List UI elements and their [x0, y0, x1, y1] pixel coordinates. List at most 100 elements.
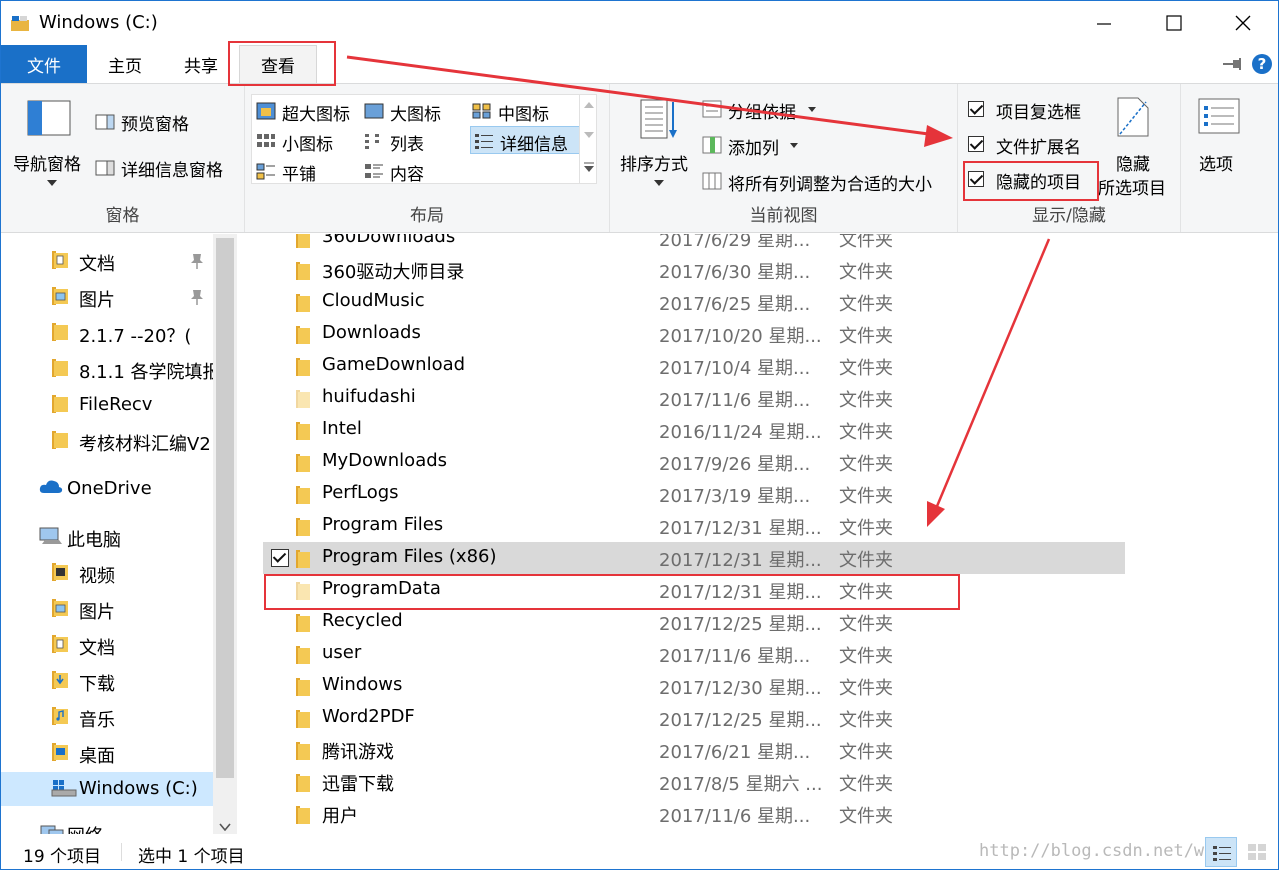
row-checkbox[interactable] [271, 549, 289, 567]
file-row[interactable]: user 2017/11/6 星期... 文件夹 [263, 638, 1125, 670]
tab-home[interactable]: 主页 [95, 45, 155, 83]
tab-share[interactable]: 共享 [171, 45, 231, 83]
item-checkboxes-toggle[interactable]: 项目复选框 [968, 96, 1104, 123]
status-bar: 19 个项目 选中 1 个项目 http://blog.csdn.net/wn [1, 835, 1278, 869]
item-checkboxes-checkbox[interactable] [968, 101, 984, 117]
file-row[interactable]: 用户 2017/11/6 星期... 文件夹 [263, 798, 1125, 830]
nav-item[interactable]: Windows (C:) [1, 772, 213, 806]
file-row[interactable]: 迅雷下载 2017/8/5 星期六 ... 文件夹 [263, 766, 1125, 798]
nav-item[interactable]: 此电脑 [1, 520, 213, 554]
file-row[interactable]: Program Files (x86) 2017/12/31 星期... 文件夹 [263, 542, 1125, 574]
folder-icon [296, 358, 310, 376]
music-folder-icon [51, 706, 69, 731]
file-row[interactable]: MyDownloads 2017/9/26 星期... 文件夹 [263, 446, 1125, 478]
preview-pane-button[interactable]: 预览窗格 [95, 110, 235, 136]
group-by-button[interactable]: 分组依据 [702, 96, 822, 123]
tab-file[interactable]: 文件 [1, 45, 87, 83]
file-extensions-checkbox[interactable] [968, 136, 984, 152]
layout-small-icons[interactable]: 小图标 [256, 128, 364, 155]
nav-item[interactable]: 音乐 [1, 700, 213, 734]
hide-selected-icon [1117, 97, 1149, 137]
layout-tiles[interactable]: 平铺 [256, 158, 364, 185]
nav-item[interactable]: 图片 [1, 280, 213, 314]
fit-columns-button[interactable]: 将所有列调整为合适的大小 [702, 168, 950, 195]
gallery-scroll[interactable] [579, 94, 597, 184]
nav-item[interactable]: 文档 [1, 628, 213, 662]
sort-by-button[interactable]: 排序方式 [618, 96, 698, 196]
nav-scrollbar[interactable] [213, 234, 237, 834]
add-column-button[interactable]: 添加列 [702, 132, 812, 159]
pin-icon[interactable] [189, 252, 205, 275]
file-row[interactable]: Downloads 2017/10/20 星期... 文件夹 [263, 318, 1125, 350]
nav-item[interactable]: 2.1.7 --20？( [1, 316, 213, 350]
help-icon[interactable]: ? [1251, 53, 1273, 75]
nav-item[interactable]: 考核材料汇编V2 [1, 424, 213, 458]
file-date-modified: 2017/6/21 星期... [659, 742, 811, 763]
network-icon [39, 822, 65, 834]
folder-icon [296, 454, 310, 472]
nav-item[interactable]: 图片 [1, 592, 213, 626]
nav-pane-button[interactable]: 导航窗格 [11, 96, 93, 196]
hide-selected-button[interactable]: 隐藏 所选项目 [1096, 94, 1176, 199]
layout-extra-large-icons[interactable]: 超大图标 [256, 98, 364, 125]
layout-large-icons[interactable]: 大图标 [364, 98, 468, 125]
chevron-down-icon [47, 180, 57, 186]
annotation-box-programdata [264, 574, 960, 610]
file-type: 文件夹 [839, 294, 893, 315]
nav-item[interactable]: FileRecv [1, 388, 213, 422]
add-column-label: 添加列 [728, 139, 779, 159]
pin-ribbon-icon[interactable] [1221, 57, 1243, 71]
minimize-button[interactable] [1069, 1, 1139, 45]
nav-item[interactable]: 视频 [1, 556, 213, 590]
file-date-modified: 2017/6/25 星期... [659, 294, 811, 315]
gallery-down-icon[interactable] [584, 132, 594, 138]
file-row[interactable]: CloudMusic 2017/6/25 星期... 文件夹 [263, 286, 1125, 318]
this-pc-icon [39, 526, 65, 551]
layout-content[interactable]: 内容 [364, 158, 468, 185]
status-divider [121, 843, 122, 861]
nav-item[interactable]: 网络 [1, 816, 213, 834]
file-row[interactable]: huifudashi 2017/11/6 星期... 文件夹 [263, 382, 1125, 414]
explorer-app-icon[interactable] [11, 15, 29, 31]
file-row[interactable]: PerfLogs 2017/3/19 星期... 文件夹 [263, 478, 1125, 510]
hide-selected-label-1: 隐藏 [1116, 155, 1150, 175]
gallery-up-icon[interactable] [584, 102, 594, 108]
maximize-button[interactable] [1139, 1, 1209, 45]
file-row[interactable]: GameDownload 2017/10/4 星期... 文件夹 [263, 350, 1125, 382]
file-name: user [322, 642, 362, 663]
file-row[interactable]: 360Downloads 2017/6/29 星期... 文件夹 [263, 234, 1125, 254]
nav-item-label: 文档 [79, 254, 115, 275]
options-button[interactable]: 选项 [1187, 98, 1251, 188]
item-count: 19 个项目 [23, 847, 102, 867]
file-row[interactable]: Intel 2016/11/24 星期... 文件夹 [263, 414, 1125, 446]
group-by-label: 分组依据 [728, 103, 796, 123]
nav-item[interactable]: 文档 [1, 244, 213, 278]
file-type: 文件夹 [839, 550, 893, 571]
details-view-toggle[interactable] [1205, 837, 1237, 867]
file-row[interactable]: Program Files 2017/12/31 星期... 文件夹 [263, 510, 1125, 542]
file-extensions-toggle[interactable]: 文件扩展名 [968, 131, 1104, 158]
close-button[interactable] [1208, 1, 1278, 45]
file-row[interactable]: Windows 2017/12/30 星期... 文件夹 [263, 670, 1125, 702]
details-icon [475, 134, 493, 149]
file-row[interactable]: Recycled 2017/12/25 星期... 文件夹 [263, 606, 1125, 638]
large-icons-view-toggle[interactable] [1241, 837, 1273, 867]
layout-details[interactable]: 详细信息 [470, 126, 580, 155]
ribbon-tabs: 文件 主页 共享 查看 ? [1, 45, 1278, 83]
nav-scroll-thumb[interactable] [216, 238, 234, 778]
layout-list[interactable]: 列表 [364, 128, 468, 155]
nav-item[interactable]: 8.1.1 各学院填报 [1, 352, 213, 386]
layout-medium-icons[interactable]: 中图标 [472, 98, 580, 125]
nav-item[interactable]: OneDrive [1, 472, 213, 506]
scroll-down-icon[interactable] [219, 816, 231, 834]
group-by-icon [702, 100, 722, 118]
file-name: Intel [322, 418, 362, 439]
file-row[interactable]: 360驱动大师目录 2017/6/30 星期... 文件夹 [263, 254, 1125, 286]
nav-item[interactable]: 下载 [1, 664, 213, 698]
nav-item[interactable]: 桌面 [1, 736, 213, 770]
details-pane-button[interactable]: 详细信息窗格 [95, 156, 243, 182]
gallery-expand-icon[interactable] [584, 162, 594, 172]
pin-icon[interactable] [189, 288, 205, 311]
file-row[interactable]: Word2PDF 2017/12/25 星期... 文件夹 [263, 702, 1125, 734]
file-row[interactable]: 腾讯游戏 2017/6/21 星期... 文件夹 [263, 734, 1125, 766]
